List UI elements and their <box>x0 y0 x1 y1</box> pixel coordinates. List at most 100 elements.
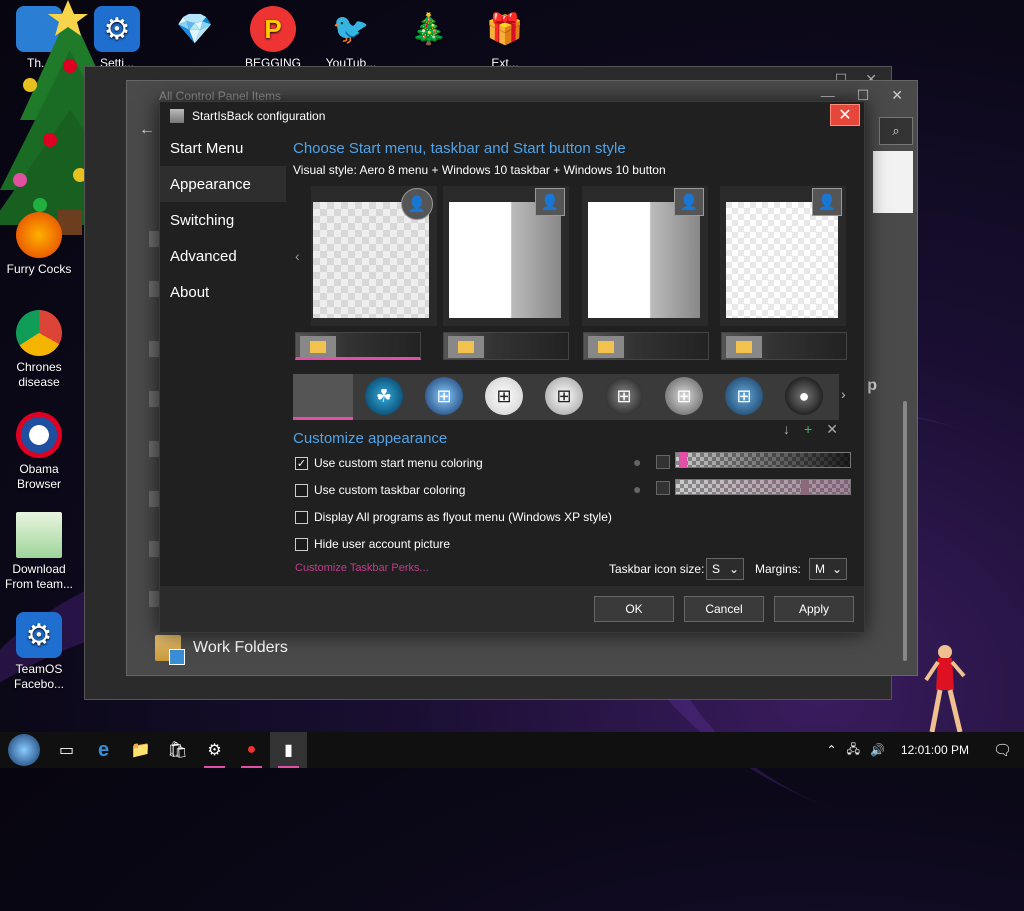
desktop-icon-begging[interactable]: PBEGGING LOL <box>238 6 308 68</box>
option-label: Use custom taskbar coloring <box>314 483 465 497</box>
chevron-up-icon[interactable]: ⌃ <box>827 743 837 757</box>
network-icon[interactable]: 🖧 <box>847 740 860 761</box>
folder-icon: 📁 <box>131 740 151 760</box>
scroll-right-icon[interactable]: › <box>841 386 846 402</box>
taskbar-opacity-slider[interactable] <box>675 479 851 495</box>
checkbox-icon[interactable] <box>295 484 308 497</box>
desktop-icon-label: Furry Cocks <box>4 262 74 277</box>
cancel-button[interactable]: Cancel <box>684 596 764 622</box>
start-button-option[interactable]: ⊞ <box>605 377 643 415</box>
close-button[interactable]: ✕ <box>830 104 860 126</box>
desktop-icon-vlc[interactable]: 🎄 <box>394 6 464 56</box>
desktop-icon-label: Chrones disease <box>4 360 74 390</box>
sidebar-item-start-menu[interactable]: Start Menu <box>160 130 286 166</box>
user-icon: 👤 <box>674 188 704 216</box>
option-hide-user-picture[interactable]: Hide user account picture <box>295 537 450 551</box>
work-folders-icon <box>155 635 181 661</box>
color-swatch[interactable] <box>656 455 670 469</box>
sidebar-item-about[interactable]: About <box>160 274 286 310</box>
menu-style-option[interactable]: 👤 <box>443 186 569 326</box>
taskbar-style-gallery <box>295 332 855 364</box>
margins-select[interactable]: M⌄ <box>809 558 847 580</box>
droplet-icon: ● <box>633 454 641 470</box>
file-explorer-button[interactable]: 📁 <box>122 732 159 768</box>
desktop-icon-download[interactable]: Download From team... <box>4 512 74 592</box>
work-folders-item[interactable]: Work Folders <box>155 635 288 661</box>
sidebar-item-advanced[interactable]: Advanced <box>160 238 286 274</box>
apply-button[interactable]: Apply <box>774 596 854 622</box>
start-button-option[interactable]: ● <box>785 377 823 415</box>
close-icon[interactable]: ✕ <box>891 87 903 104</box>
desktop-icon-ext[interactable]: 🎁Ext... <box>470 6 540 68</box>
customize-taskbar-perks-link[interactable]: Customize Taskbar Perks... <box>295 562 429 574</box>
taskbar-style-option[interactable] <box>583 332 709 360</box>
back-arrow-icon[interactable]: ← <box>139 121 155 139</box>
taskbar-style-option[interactable] <box>721 332 847 360</box>
settings-sidebar: Start Menu Appearance Switching Advanced… <box>160 130 286 310</box>
add-icon[interactable]: + <box>804 421 812 438</box>
clock[interactable]: 12:01:00 PM <box>901 743 969 757</box>
remove-icon[interactable]: ✕ <box>826 421 838 438</box>
desktop-icon-youtube[interactable]: 🐦YouTub... <box>316 6 386 68</box>
option-label: Use custom start menu coloring <box>314 456 483 470</box>
startisback-icon: ▮ <box>284 740 293 760</box>
taskbar-icon-size-select[interactable]: S⌄ <box>706 558 744 580</box>
settings-button[interactable]: ⚙ <box>196 732 233 768</box>
download-icon[interactable]: ↓ <box>783 421 790 438</box>
start-button-option[interactable]: ☘ <box>365 377 403 415</box>
sidebar-item-appearance[interactable]: Appearance <box>160 166 286 202</box>
store-button[interactable]: 🛍 <box>159 732 196 768</box>
taskbar-icon-size-label: Taskbar icon size: <box>609 562 704 576</box>
system-tray: ⌃ 🖧 🔊 12:01:00 PM 🗨 <box>827 732 1024 768</box>
desktop-icon-obama-browser[interactable]: Obama Browser <box>4 412 74 492</box>
vlc-icon: 🎄 <box>406 6 452 52</box>
start-button[interactable] <box>0 732 48 768</box>
customize-heading: Customize appearance <box>293 430 447 447</box>
taskbar-style-option[interactable] <box>443 332 569 360</box>
option-custom-start-menu-coloring[interactable]: ✓ Use custom start menu coloring <box>295 456 483 470</box>
start-button-option[interactable]: ⊞ <box>545 377 583 415</box>
option-flyout-menu[interactable]: Display All programs as flyout menu (Win… <box>295 510 612 524</box>
edge-button[interactable]: e <box>85 732 122 768</box>
checkbox-icon[interactable] <box>295 538 308 551</box>
start-menu-opacity-slider[interactable] <box>675 452 851 468</box>
start-button-option[interactable]: ⊞ <box>425 377 463 415</box>
desktop-icon-teamos[interactable]: ⚙TeamOS Facebo... <box>4 612 74 692</box>
checkbox-checked-icon[interactable]: ✓ <box>295 457 308 470</box>
menu-style-option[interactable]: 👤 <box>311 186 437 326</box>
gallery-tools: ↓ + ✕ <box>783 421 838 438</box>
desktop-icon-gem[interactable]: 💎 <box>160 6 230 56</box>
option-label: Hide user account picture <box>314 537 450 551</box>
menu-style-option[interactable]: 👤 <box>582 186 708 326</box>
task-view-button[interactable]: ▭ <box>48 732 85 768</box>
partial-text: p <box>867 377 877 395</box>
search-icon[interactable]: ⌕ <box>879 117 913 145</box>
checkbox-icon[interactable] <box>295 511 308 524</box>
color-swatch[interactable] <box>656 481 670 495</box>
volume-icon[interactable]: 🔊 <box>870 743 885 757</box>
ok-button[interactable]: OK <box>594 596 674 622</box>
startisback-dialog[interactable]: StartIsBack configuration ✕ Start Menu A… <box>159 101 865 633</box>
desktop-icon-chrome[interactable]: Chrones disease <box>4 310 74 390</box>
app-button[interactable]: ● <box>233 732 270 768</box>
start-button-option[interactable]: ⊞ <box>665 377 703 415</box>
slider-thumb[interactable] <box>801 479 809 495</box>
edge-icon: e <box>98 739 109 762</box>
start-button-option[interactable]: ⊞ <box>485 377 523 415</box>
startisback-taskbar-button[interactable]: ▮ <box>270 732 307 768</box>
select-value: S <box>712 562 720 576</box>
start-button-option[interactable] <box>293 374 353 420</box>
taskbar-style-option[interactable] <box>295 332 421 360</box>
menu-style-option[interactable]: 👤 <box>720 186 846 326</box>
slider-thumb[interactable] <box>679 452 687 468</box>
firefox-icon <box>16 212 62 258</box>
start-button-option[interactable]: ⊞ <box>725 377 763 415</box>
scroll-left-icon[interactable]: ‹ <box>295 248 300 264</box>
work-folders-label: Work Folders <box>193 639 288 657</box>
folder-icon <box>300 336 336 358</box>
sidebar-item-switching[interactable]: Switching <box>160 202 286 238</box>
option-custom-taskbar-coloring[interactable]: Use custom taskbar coloring <box>295 483 465 497</box>
notification-icon[interactable]: 🗨 <box>993 741 1012 759</box>
scrollbar[interactable] <box>903 401 907 661</box>
desktop-icon-firefox[interactable]: Furry Cocks <box>4 212 74 277</box>
